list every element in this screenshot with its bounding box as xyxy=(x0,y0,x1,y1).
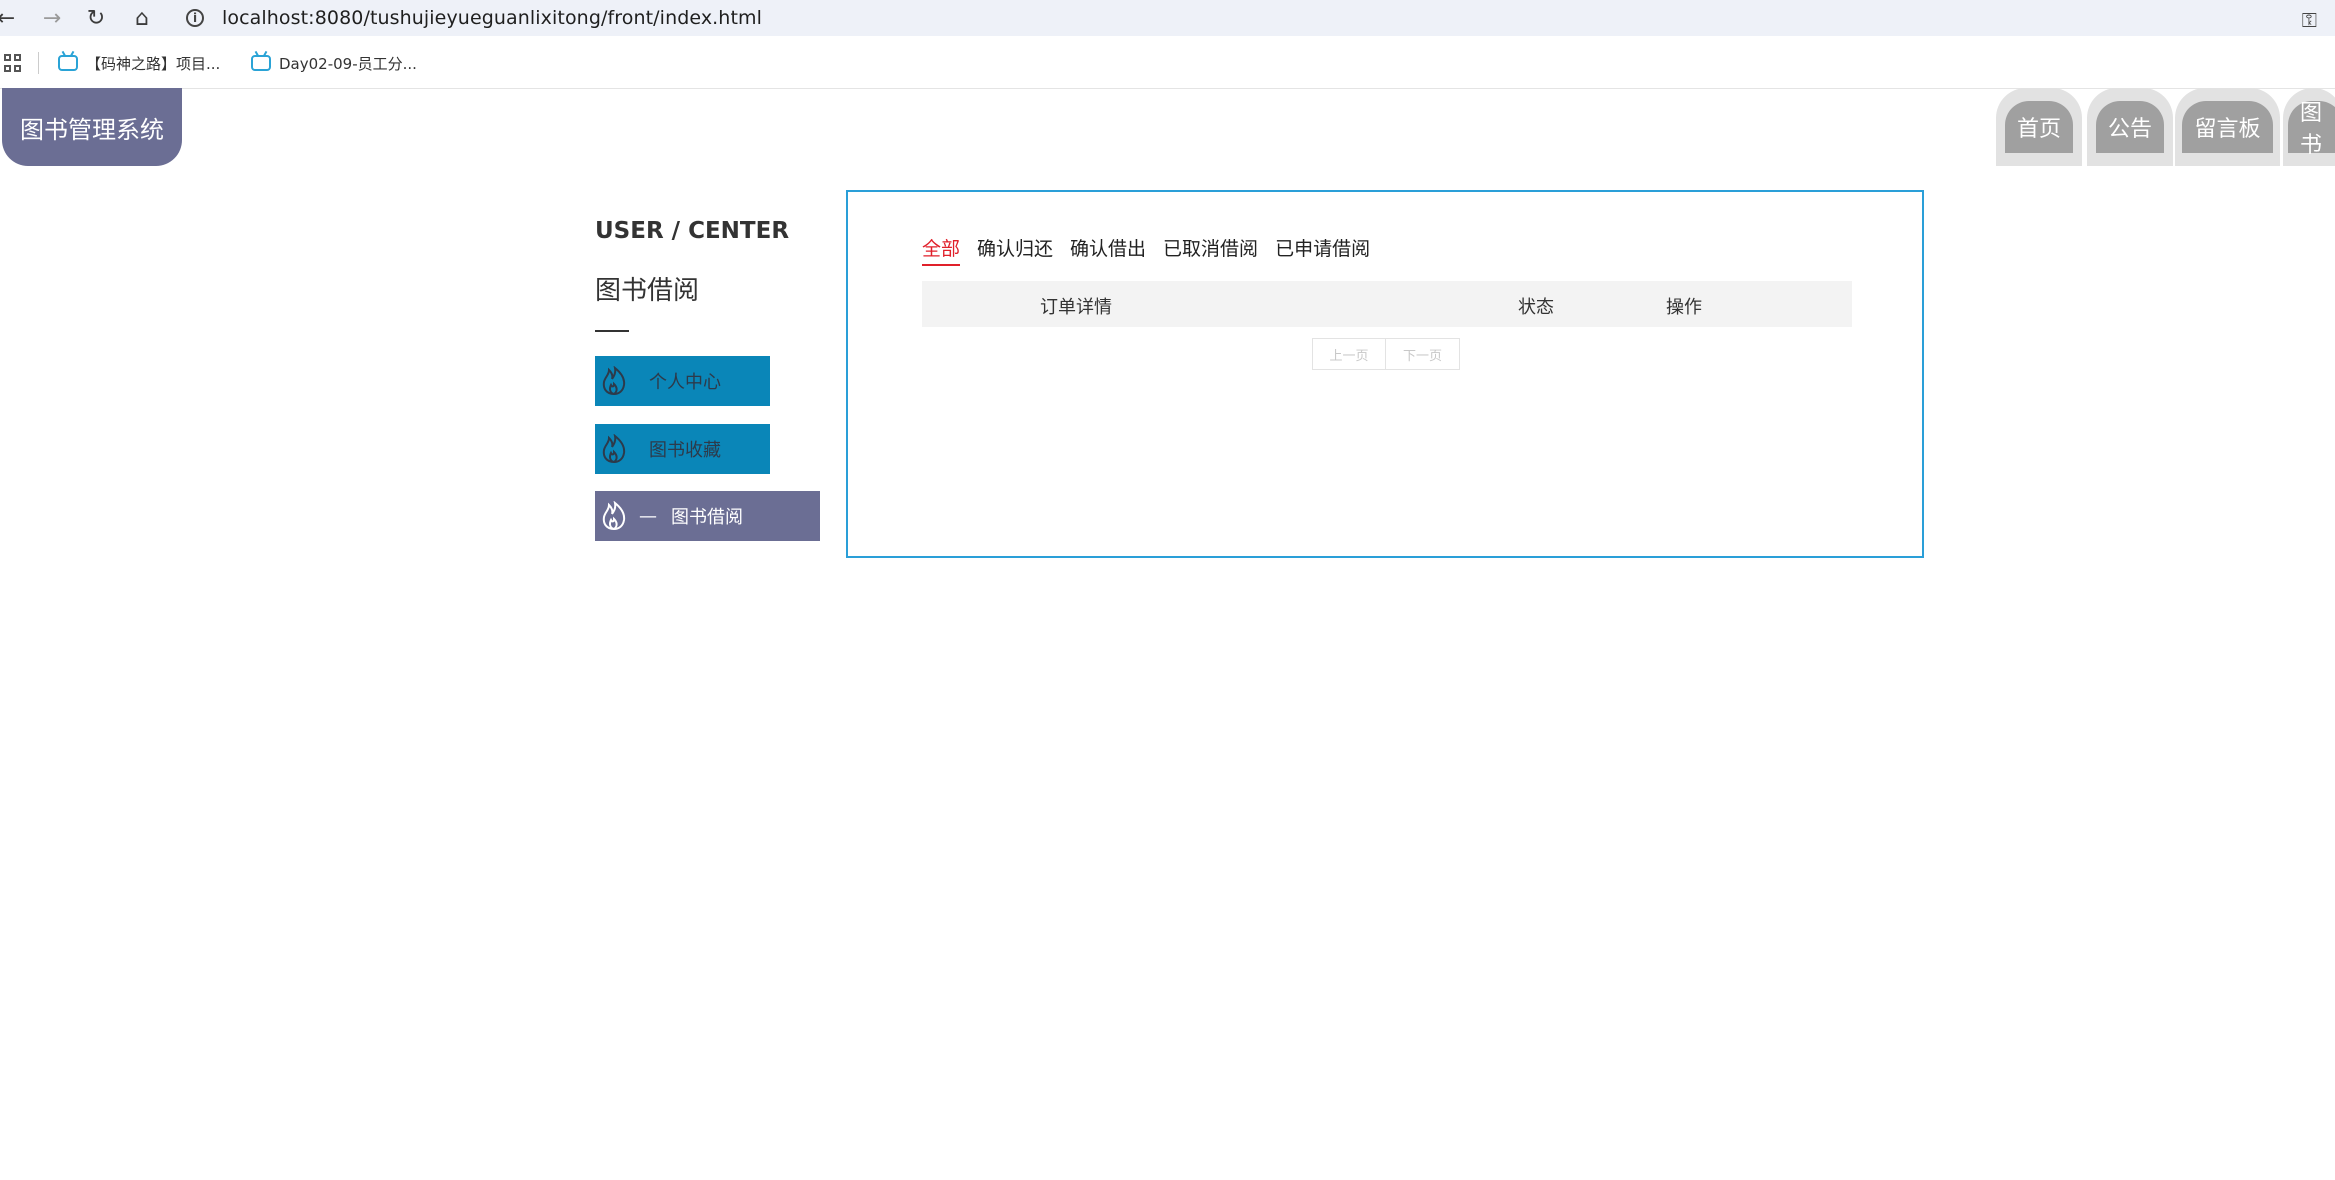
nav-books-label: 图书 xyxy=(2288,101,2335,158)
bookmark-label: 【码神之路】项目... xyxy=(86,54,221,73)
site-logo[interactable]: 图书管理系统 xyxy=(2,88,182,166)
bilibili-icon xyxy=(251,55,271,71)
user-center-title: USER / CENTER xyxy=(595,218,790,244)
tab-confirm-lend[interactable]: 确认借出 xyxy=(1070,234,1146,266)
bookmark-item[interactable]: Day02-09-员工分... xyxy=(251,50,417,76)
forward-arrow-icon[interactable]: → xyxy=(38,4,66,32)
sidebar-item-label: 个人中心 xyxy=(649,372,721,393)
nav-home-label: 首页 xyxy=(2004,101,2073,153)
column-actions: 操作 xyxy=(1666,297,1702,318)
sidebar-subtitle: 图书借阅 xyxy=(595,276,700,306)
borrow-orders-panel: 全部 确认归还 确认借出 已取消借阅 已申请借阅 订单详情 状态 操作 上一页 … xyxy=(846,190,1924,558)
sidebar-item-book-borrowing[interactable]: — 图书借阅 xyxy=(595,491,820,541)
password-key-icon[interactable]: ⚿ xyxy=(2302,8,2317,32)
sidebar-item-book-favorites[interactable]: 图书收藏 xyxy=(595,424,770,474)
reload-icon[interactable]: ↻ xyxy=(82,4,110,32)
tab-confirm-return[interactable]: 确认归还 xyxy=(977,234,1053,266)
tab-cancelled[interactable]: 已取消借阅 xyxy=(1163,234,1258,266)
sidebar-item-label: 图书收藏 xyxy=(649,440,721,461)
sidebar-item-personal-center[interactable]: 个人中心 xyxy=(595,356,770,406)
bookmark-label: Day02-09-员工分... xyxy=(279,54,417,73)
nav-message-board-label: 留言板 xyxy=(2182,101,2273,153)
flame-icon xyxy=(602,366,626,396)
flame-icon xyxy=(602,434,626,464)
sidebar-item-label: 图书借阅 xyxy=(671,507,743,528)
active-dash: — xyxy=(639,505,657,527)
site-info-icon[interactable]: i xyxy=(186,9,204,27)
browser-toolbar: ← → ↻ ⌂ i localhost:8080/tushujieyueguan… xyxy=(0,0,2335,36)
home-icon[interactable]: ⌂ xyxy=(128,4,156,32)
nav-notice[interactable]: 公告 xyxy=(2087,88,2173,166)
address-bar[interactable]: i localhost:8080/tushujieyueguanlixitong… xyxy=(172,1,2302,35)
column-order-details: 订单详情 xyxy=(1040,297,1112,318)
url-text: localhost:8080/tushujieyueguanlixitong/f… xyxy=(222,7,762,29)
nav-books[interactable]: 图书 xyxy=(2283,88,2335,166)
back-arrow-icon[interactable]: ← xyxy=(0,4,20,32)
order-status-tabs: 全部 确认归还 确认借出 已取消借阅 已申请借阅 xyxy=(922,234,1387,266)
apps-grid-icon[interactable] xyxy=(4,54,22,72)
tab-all[interactable]: 全部 xyxy=(922,234,961,266)
bookmarks-divider xyxy=(38,52,39,74)
flame-icon xyxy=(602,501,626,531)
next-page-button[interactable]: 下一页 xyxy=(1386,338,1460,370)
prev-page-button[interactable]: 上一页 xyxy=(1312,338,1386,370)
bilibili-icon xyxy=(58,55,78,71)
nav-notice-label: 公告 xyxy=(2095,101,2164,153)
bookmarks-bar: 【码神之路】项目... Day02-09-员工分... xyxy=(0,36,2335,89)
table-header: 订单详情 状态 操作 xyxy=(922,281,1852,327)
subtitle-underline xyxy=(595,330,629,332)
tab-applied[interactable]: 已申请借阅 xyxy=(1275,234,1370,266)
bookmark-item[interactable]: 【码神之路】项目... xyxy=(58,50,220,76)
pagination: 上一页 下一页 xyxy=(1312,338,1460,370)
nav-home[interactable]: 首页 xyxy=(1996,88,2082,166)
nav-message-board[interactable]: 留言板 xyxy=(2175,88,2280,166)
column-status: 状态 xyxy=(1518,297,1554,318)
